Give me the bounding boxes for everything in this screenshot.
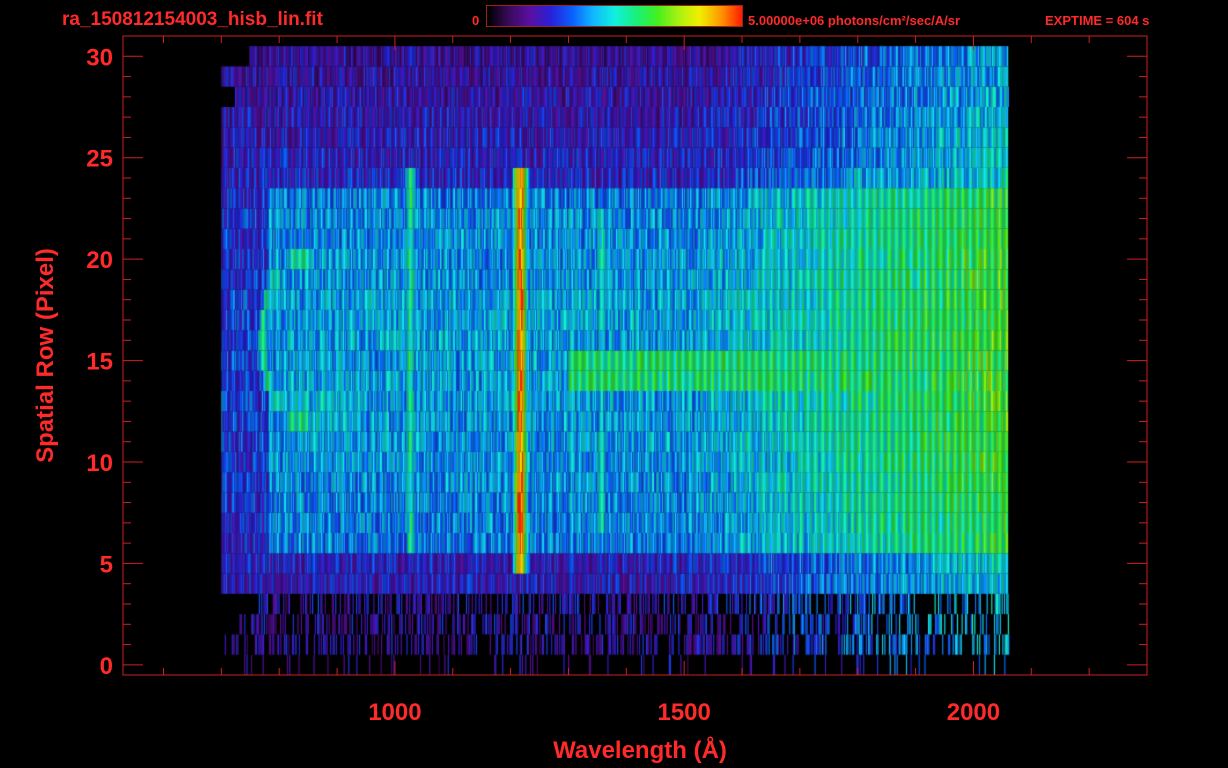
x-tick-label: 1500: [657, 699, 710, 726]
x-tick-label: 1000: [368, 699, 421, 726]
y-tick-label: 0: [100, 653, 113, 680]
axis-ticks: 1000 1500 2000 0 5 10 15 20 25 30: [86, 35, 1148, 726]
x-tick-label: 2000: [947, 699, 1000, 726]
plot-frame: [122, 35, 1148, 676]
y-tick-label: 15: [86, 349, 113, 376]
y-tick-label: 20: [86, 247, 113, 274]
y-tick-label: 25: [86, 146, 113, 173]
x-axis-label: Wavelength (Å): [553, 736, 727, 764]
plot-axes: 1000 1500 2000051015202530 Wavelength (Å) …: [32, 35, 1148, 764]
y-tick-label: 5: [100, 551, 113, 578]
y-tick-label: 10: [86, 450, 113, 477]
y-axis-label: Spatial Row (Pixel): [32, 248, 59, 463]
y-tick-label: 30: [86, 44, 113, 71]
